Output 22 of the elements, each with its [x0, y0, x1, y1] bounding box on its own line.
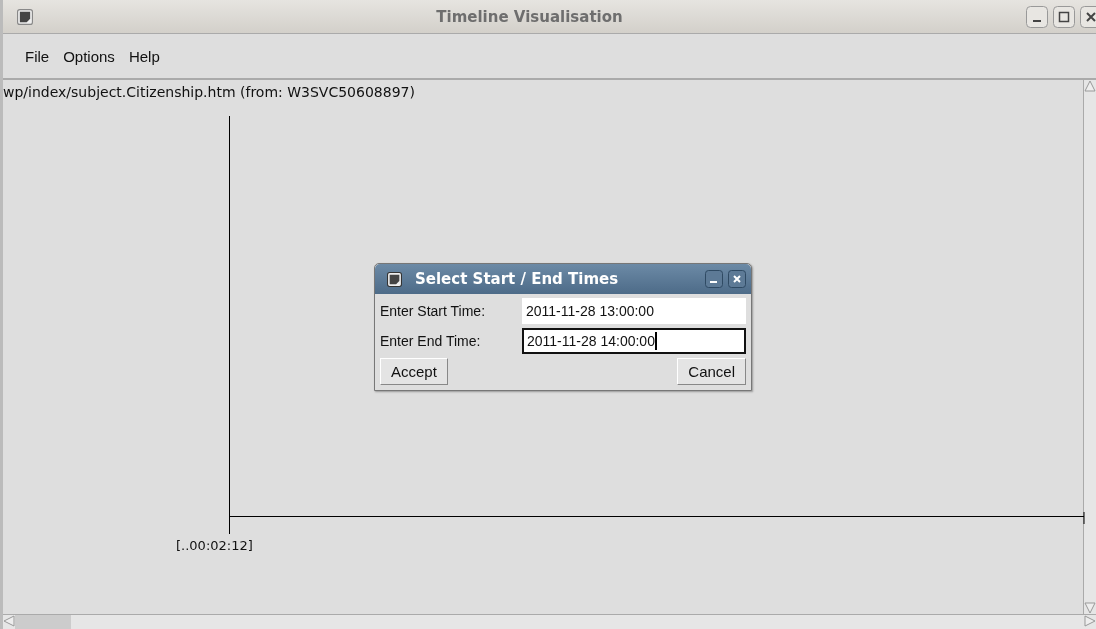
window-icon[interactable]	[17, 8, 33, 25]
axis-label: [..00:02:12]	[176, 538, 253, 553]
maximize-button[interactable]	[1053, 5, 1075, 28]
field-label: Enter End Time:	[380, 333, 482, 349]
accept-button[interactable]: Accept	[380, 358, 448, 385]
menu-item[interactable]: Help	[128, 47, 160, 65]
menu-item[interactable]: File	[25, 47, 50, 65]
time-field[interactable]: 2011-11-28 14:00:00	[522, 328, 746, 354]
source-path: wp/index/subject.Citizenship.htm (from: W3SVC50608897)	[3, 84, 415, 100]
minimize-button[interactable]	[705, 270, 723, 288]
cancel-button[interactable]: Cancel	[677, 358, 746, 385]
dialog-title: Select Start / End Times	[414, 270, 620, 288]
field-label: Enter Start Time:	[380, 303, 487, 319]
window-title: Timeline Visualisation	[435, 7, 624, 26]
window-icon[interactable]	[387, 271, 402, 287]
close-button[interactable]	[728, 270, 746, 288]
scrollbar-thumb[interactable]	[15, 615, 71, 629]
menu-item[interactable]: Options	[63, 47, 115, 65]
time-field[interactable]: 2011-11-28 13:00:00	[522, 298, 746, 324]
close-button[interactable]	[1080, 5, 1096, 28]
horizontal-scrollbar[interactable]	[3, 614, 1096, 629]
minimize-button[interactable]	[1026, 5, 1048, 28]
